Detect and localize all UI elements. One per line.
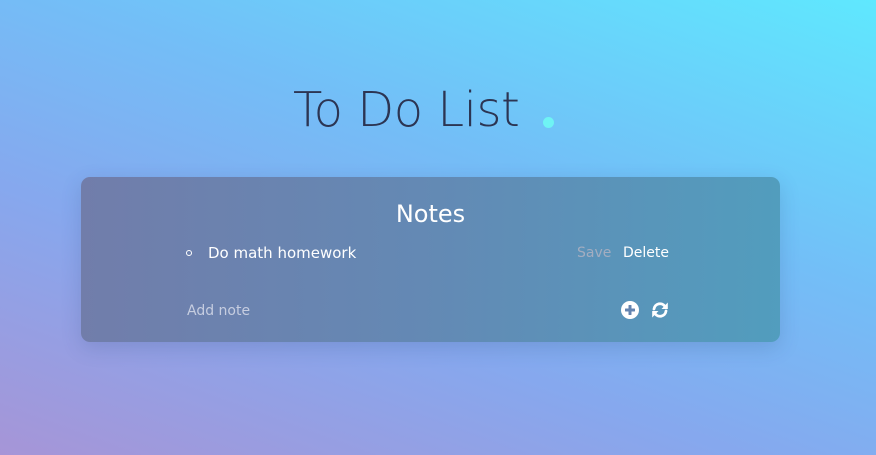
bullet-icon [186,250,192,256]
refresh-button[interactable] [650,300,670,320]
add-note-button[interactable] [620,300,640,320]
notes-card: Notes Do math homework Save Delete [81,177,780,342]
plus-circle-icon [621,301,639,319]
list-item: Do math homework Save Delete [185,243,671,265]
title-dot [543,117,554,128]
app-title: To Do List [293,82,520,138]
refresh-icon [652,302,668,318]
save-button[interactable]: Save [577,243,611,263]
add-note-input[interactable] [185,300,489,322]
delete-button[interactable]: Delete [623,243,669,263]
notes-heading: Notes [395,200,466,228]
note-text[interactable]: Do math homework [208,243,356,263]
